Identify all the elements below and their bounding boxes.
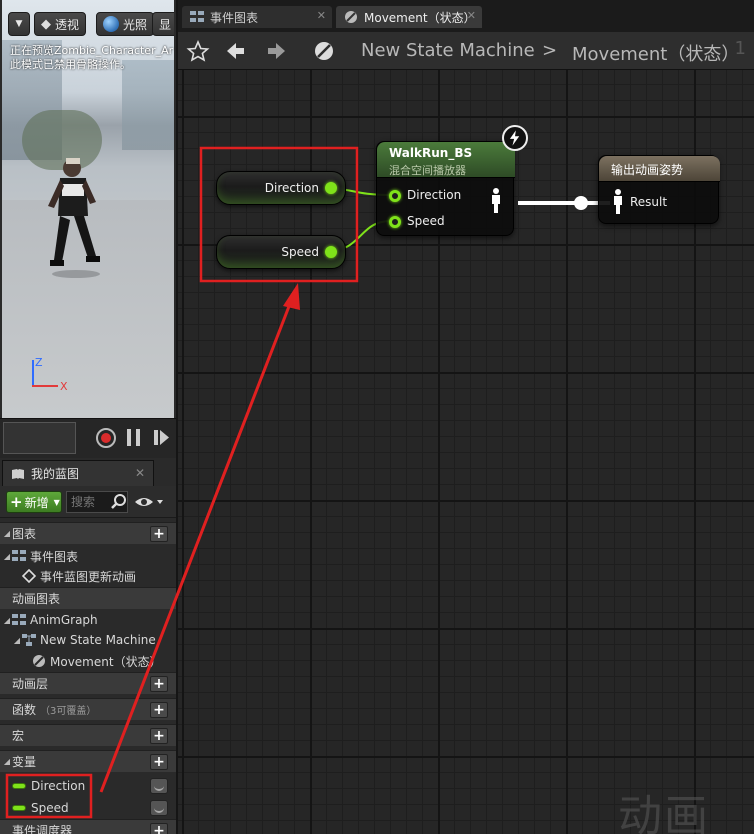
tree-item-state-machine[interactable]: ◢ New State Machine [0,629,176,651]
state-icon [33,655,45,667]
tab-movement-state[interactable]: Movement（状态） ✕ [336,6,482,28]
direction-input-pin[interactable] [389,190,401,202]
axis-z-label: Z [35,356,43,369]
pose-output-pin-icon[interactable] [489,188,503,214]
float-variable-icon [12,783,26,789]
tab-event-graph[interactable]: 事件图表 ✕ [182,6,332,28]
breadcrumb-movement[interactable]: Movement（状态） [572,40,739,66]
eye-icon[interactable] [134,494,164,510]
category-variables[interactable]: ◢ 变量 + [0,750,176,772]
speed-input-pin[interactable] [389,216,401,228]
tree-item-anim-graph[interactable]: ◢ AnimGraph [0,609,176,631]
add-new-button[interactable]: + 新增 ▼ [6,491,62,513]
book-icon [12,468,24,479]
graph-wires [323,187,610,253]
playback-bar [0,418,176,458]
tree-item-event-update[interactable]: 事件蓝图更新动画 [0,565,176,587]
add-macro-button[interactable]: + [150,728,168,744]
preview-message: 正在预览Zombie_Character_Ar 此模式已禁用骨骼操作。 [10,44,174,71]
node-header: WalkRun_BS 混合空间播放器 [377,142,515,178]
plus-icon: + [10,493,23,511]
tree-item-event-graph[interactable]: ◢ 事件图表 [0,545,176,567]
search-icon[interactable] [111,494,127,510]
speed-variable-node[interactable]: Speed [216,235,346,269]
graph-nav-bar: New State Machine > Movement（状态） 1 [178,32,754,70]
watermark-text: 动画 [618,791,710,834]
variable-row-direction[interactable]: Direction [0,775,176,797]
direction-variable-node[interactable]: Direction [216,171,346,205]
cube-icon: ◆ [41,16,51,32]
visibility-eye-icon[interactable] [150,778,168,794]
axis-x-label: X [60,380,68,393]
add-dispatcher-button[interactable]: + [150,823,168,834]
lighting-button[interactable]: 光照 [96,12,155,36]
axis-x-line [32,385,58,387]
viewport-building-2 [122,60,174,150]
blendspace-player-node[interactable]: WalkRun_BS 混合空间播放器 Direction Speed [376,141,515,236]
add-graph-button[interactable]: + [150,526,168,542]
close-icon[interactable]: ✕ [135,466,145,480]
axis-z-line [32,360,34,386]
back-arrow-icon[interactable] [224,40,248,62]
float-variable-icon [12,805,26,811]
triangle-down-icon: ◢ [13,635,21,645]
output-pin[interactable] [325,246,337,258]
chevron-down-icon: ▼ [15,19,23,29]
lightning-bolt-icon [502,125,528,151]
state-icon [315,42,333,60]
my-blueprint-tab[interactable]: 我的蓝图 ✕ [2,460,154,486]
viewport-options-dropdown[interactable]: ▼ [8,12,30,36]
graph-tab-bar: 事件图表 ✕ Movement（状态） ✕ [178,0,754,32]
category-functions[interactable]: 函数 （3可覆盖） + [0,698,176,720]
close-icon[interactable]: ✕ [317,9,326,22]
zombie-character [48,158,100,278]
state-icon [345,11,357,23]
add-anim-layer-button[interactable]: + [150,676,168,692]
event-diamond-icon [22,569,36,583]
timeline-scrubber[interactable] [3,422,76,454]
triangle-down-icon: ◢ [3,551,11,561]
pause-icon[interactable] [127,429,140,446]
preview-viewport[interactable]: ▼ ◆ 透视 光照 显 正在预览Zombie_Character_Ar 此模式已… [2,0,174,418]
graph-icon [190,11,204,22]
left-panel: ▼ ◆ 透视 光照 显 正在预览Zombie_Character_Ar 此模式已… [0,0,178,834]
visibility-eye-icon[interactable] [150,800,168,816]
breadcrumb-state-machine[interactable]: New State Machine [361,40,535,61]
triangle-down-icon: ◢ [3,757,11,766]
editor-window: ▼ ◆ 透视 光照 显 正在预览Zombie_Character_Ar 此模式已… [0,0,754,834]
category-event-dispatchers[interactable]: 事件调度器 + [0,819,176,834]
show-button[interactable]: 显 [152,12,174,36]
tree-item-movement[interactable]: Movement（状态） [0,650,176,672]
node-header: 输出动画姿势 [599,156,720,182]
close-icon[interactable]: ✕ [467,9,476,22]
triangle-down-icon: ◢ [3,529,11,538]
graph-icon [12,614,26,625]
blueprint-toolbar: + 新增 ▼ [0,486,176,518]
breadcrumb-overflow: 1 [734,38,746,59]
step-forward-icon[interactable] [154,429,170,446]
pose-input-pin-icon[interactable] [611,189,625,215]
forward-arrow-icon[interactable] [264,40,288,62]
perspective-button[interactable]: ◆ 透视 [34,12,87,36]
category-graphs[interactable]: ◢ 图表 + [0,522,176,544]
triangle-down-icon: ◢ [3,615,11,625]
add-function-button[interactable]: + [150,702,168,718]
category-macros[interactable]: 宏 + [0,724,176,746]
category-anim-layers[interactable]: 动画层 + [0,672,176,694]
sphere-icon [103,16,119,32]
variable-row-speed[interactable]: Speed [0,797,176,819]
chevron-down-icon: ▼ [53,497,60,507]
add-variable-button[interactable]: + [150,754,168,770]
breadcrumb-separator: > [542,40,558,61]
record-icon[interactable] [96,428,116,448]
state-machine-icon [22,634,36,646]
output-pose-node[interactable]: 输出动画姿势 Result [598,155,720,224]
output-pin[interactable] [325,182,337,194]
category-anim-graphs[interactable]: 动画图表 [0,587,176,609]
star-icon[interactable] [186,40,210,62]
graph-editor[interactable]: 事件图表 ✕ Movement（状态） ✕ New State Machine … [178,0,754,834]
graph-icon [12,550,26,561]
